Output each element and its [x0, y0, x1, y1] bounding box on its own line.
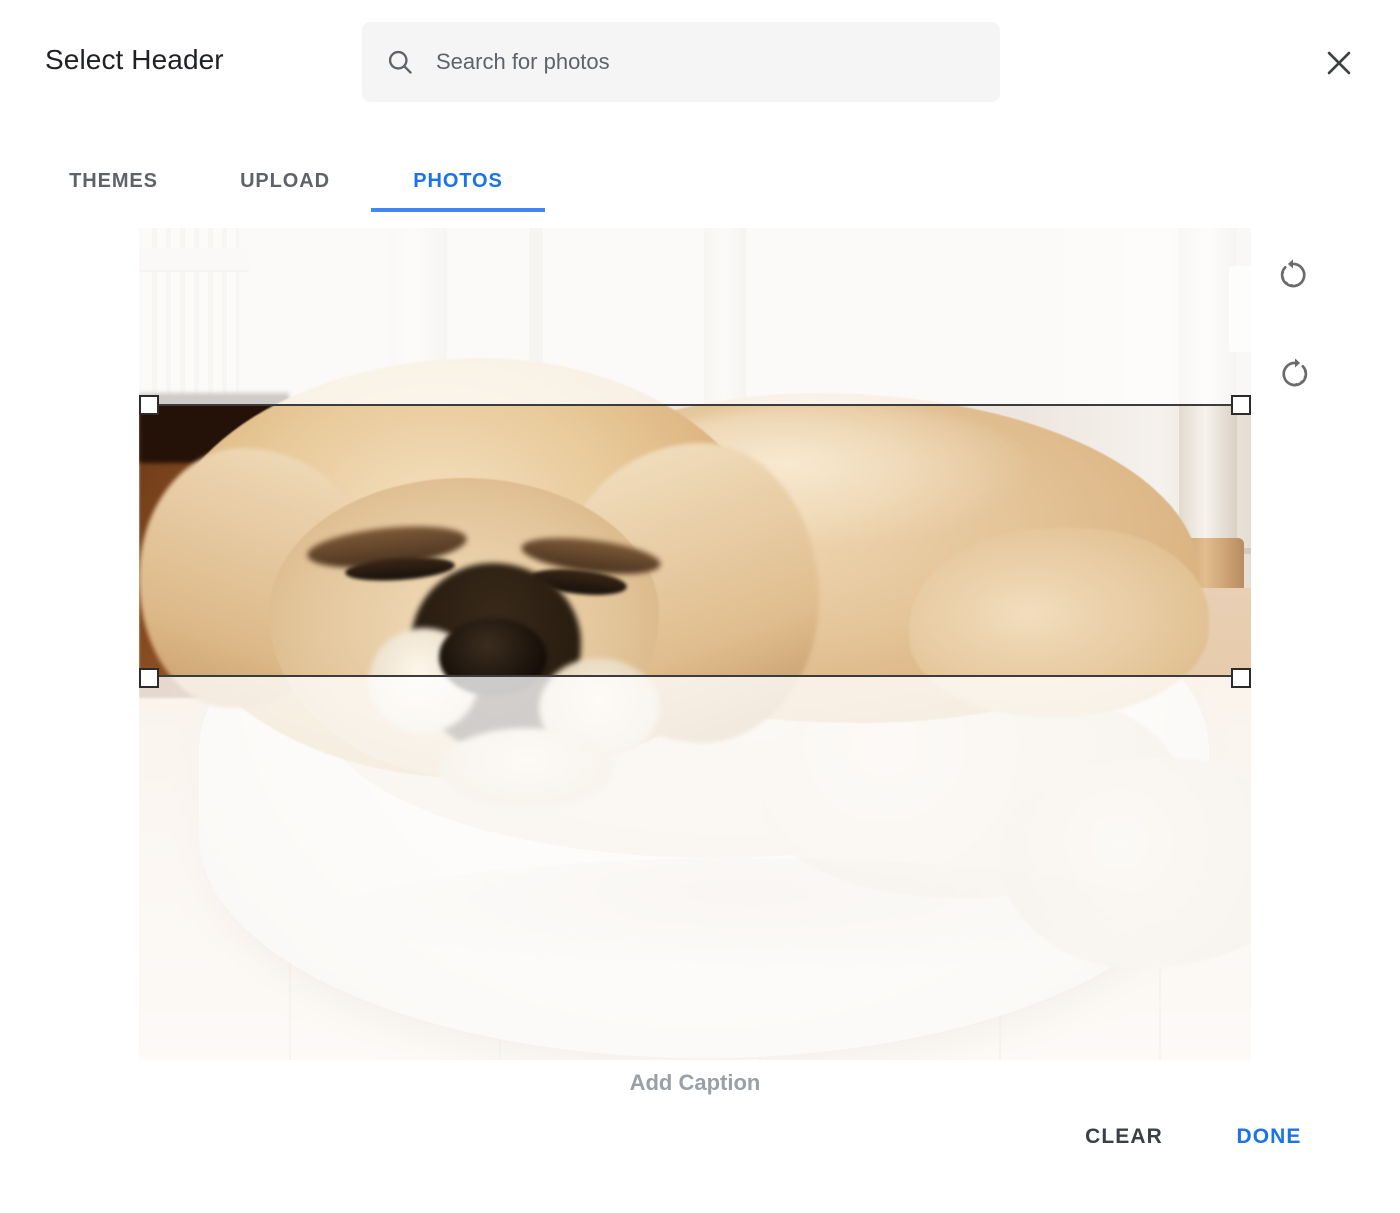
active-tab-indicator — [371, 208, 545, 212]
crop-selection-box[interactable] — [139, 404, 1251, 677]
photo-bed-rim-shadow — [329, 858, 1169, 978]
photo-radiator-top — [139, 248, 249, 272]
clear-button[interactable]: CLEAR — [1062, 1113, 1186, 1161]
rotate-left-button[interactable] — [1271, 253, 1315, 297]
search-input[interactable] — [434, 41, 978, 83]
crop-handle-bottom-left[interactable] — [139, 668, 159, 688]
crop-handle-top-right[interactable] — [1231, 395, 1251, 415]
add-caption-field[interactable]: Add Caption — [139, 1070, 1251, 1096]
tab-bar: THEMES UPLOAD PHOTOS — [0, 150, 1400, 216]
rotate-right-icon — [1282, 358, 1308, 387]
tab-themes-label: THEMES — [69, 169, 158, 192]
rotate-right-button[interactable] — [1273, 352, 1317, 396]
photo-dog-chin — [439, 728, 614, 808]
dialog-header: Select Header — [0, 0, 1400, 125]
crop-handle-top-left[interactable] — [139, 395, 159, 415]
search-field-container[interactable] — [362, 22, 1000, 102]
dialog-footer: CLEAR DONE — [0, 1113, 1400, 1173]
tab-upload-label: UPLOAD — [240, 169, 330, 192]
close-icon — [1327, 51, 1351, 75]
search-icon — [388, 50, 412, 74]
crop-handle-bottom-right[interactable] — [1231, 668, 1251, 688]
tab-photos-label: PHOTOS — [413, 169, 503, 192]
tab-upload[interactable]: UPLOAD — [209, 150, 361, 212]
tab-themes[interactable]: THEMES — [35, 150, 192, 212]
rotate-left-icon — [1280, 259, 1306, 288]
tab-photos[interactable]: PHOTOS — [371, 150, 545, 212]
photo-switch-plate — [1229, 266, 1251, 352]
image-crop-stage[interactable] — [139, 228, 1251, 1060]
done-button[interactable]: DONE — [1215, 1113, 1323, 1161]
page-title: Select Header — [45, 44, 224, 75]
close-dialog-button[interactable] — [1311, 35, 1367, 91]
